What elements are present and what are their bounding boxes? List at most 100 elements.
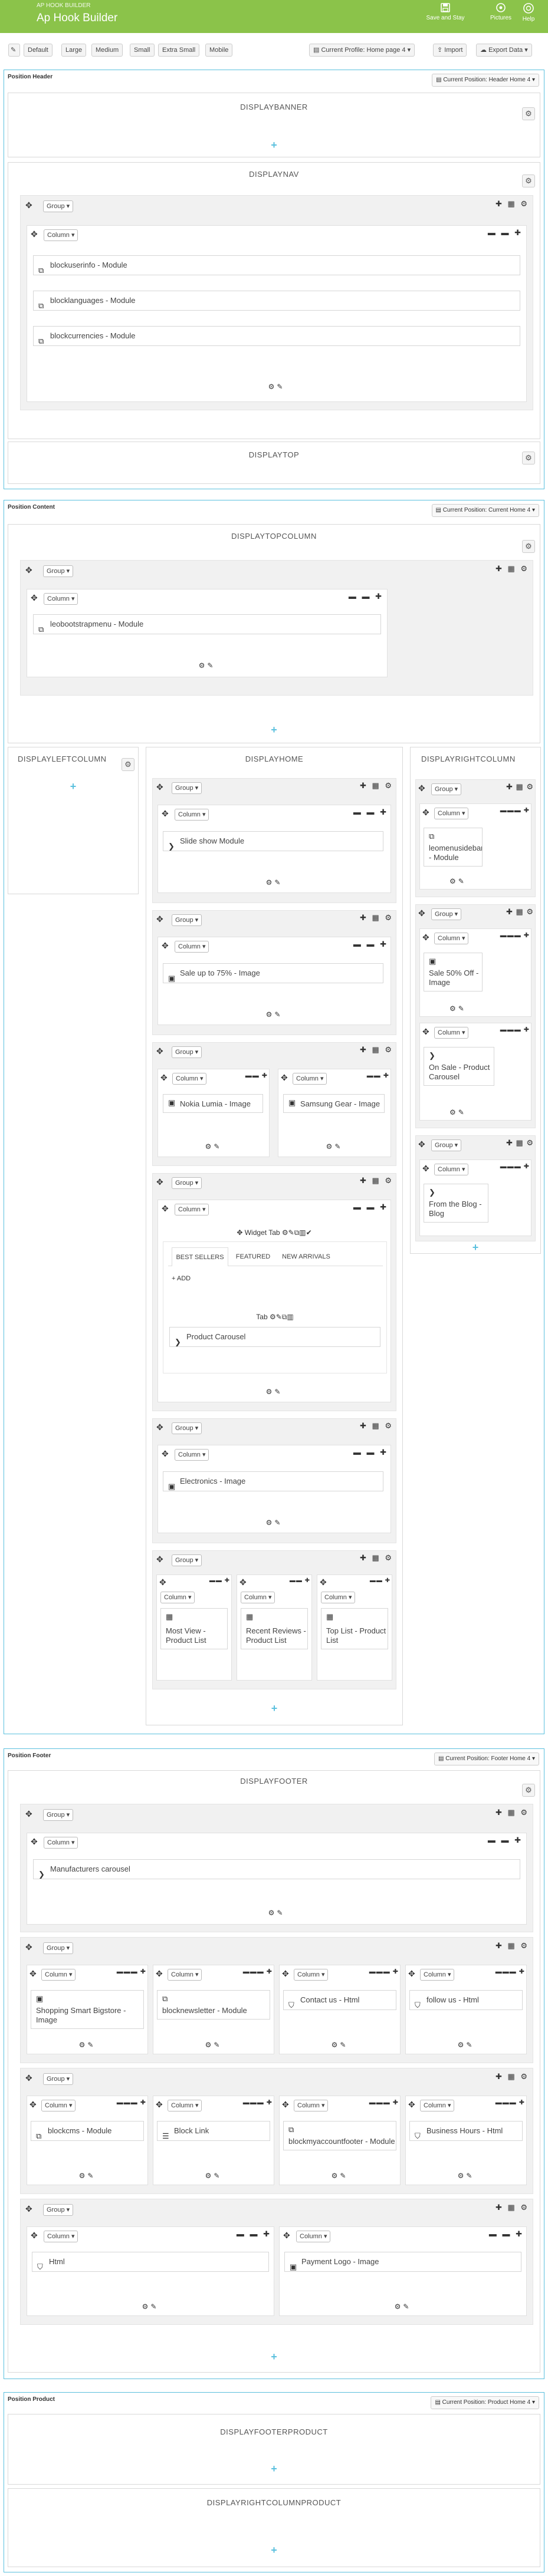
column-dropdown[interactable]: Column ▾	[160, 1592, 195, 1603]
column-tools[interactable]: ▬▬▬ ✚	[369, 1968, 399, 1975]
add-group-plus-icon[interactable]: +	[268, 1702, 280, 1715]
column-tools[interactable]: ▬ ▬ ✚	[488, 228, 523, 238]
column-footer-tools[interactable]: ⚙✎	[158, 1010, 391, 1019]
drag-handle-icon[interactable]: ✥	[156, 1969, 163, 1979]
column-dropdown[interactable]: Column ▾	[321, 1592, 356, 1603]
group-dropdown[interactable]: Group ▾	[172, 1046, 202, 1058]
drag-handle-icon[interactable]: ✥	[408, 2100, 415, 2110]
column-tools[interactable]: ▬▬▬ ✚	[496, 2099, 525, 2106]
column-footer-tools[interactable]: ⚙✎	[27, 383, 526, 391]
group-tools[interactable]: ✚ ▦ ⚙	[496, 2072, 529, 2081]
group-tools[interactable]: ✚ ▦ ⚙	[360, 1176, 393, 1185]
size-extra-small-button[interactable]: Extra Small	[158, 44, 200, 57]
column-footer-tools[interactable]: ⚙✎	[158, 1388, 391, 1396]
column-dropdown[interactable]: Column ▾	[294, 2100, 329, 2111]
tab-featured[interactable]: FEATURED	[229, 1247, 277, 1266]
column-dropdown[interactable]: Column ▾	[41, 2100, 76, 2111]
size-default-button[interactable]: Default	[24, 44, 52, 57]
group-tools[interactable]: ✚ ▦ ⚙	[360, 1045, 393, 1055]
column-footer-tools[interactable]: ⚙✎	[280, 2302, 526, 2311]
group-dropdown[interactable]: Group ▾	[431, 908, 462, 920]
drag-handle-icon[interactable]: ✥	[156, 1046, 163, 1056]
column-tools[interactable]: ▬▬ ✚	[370, 1577, 391, 1584]
module-on-sale[interactable]: ❯ On Sale - Product Carousel	[424, 1047, 494, 1086]
drag-handle-icon[interactable]: ✥	[422, 933, 429, 943]
drag-handle-icon[interactable]: ✥	[162, 1449, 169, 1459]
column-footer-tools[interactable]: ⚙✎	[406, 2172, 526, 2180]
add-tab-button[interactable]: + ADD	[172, 1275, 191, 1282]
add-group-plus-icon[interactable]: +	[268, 2463, 280, 2475]
drag-handle-icon[interactable]: ✥	[162, 809, 169, 819]
tab-tools[interactable]: ⚙✎⧉▥	[270, 1313, 294, 1321]
column-footer-tools[interactable]: ⚙✎	[280, 2172, 400, 2180]
drag-handle-icon[interactable]: ✥	[156, 1177, 163, 1187]
drag-handle-icon[interactable]: ✥	[418, 1139, 425, 1149]
column-tools[interactable]: ▬▬ ✚	[290, 1577, 310, 1584]
column-tools[interactable]: ▬▬▬ ✚	[369, 2099, 399, 2106]
module-samsung-image[interactable]: ▣ Samsung Gear - Image	[283, 1094, 385, 1113]
module-nokia-image[interactable]: ▣ Nokia Lumia - Image	[163, 1094, 263, 1113]
add-group-plus-icon[interactable]: +	[470, 1241, 481, 1254]
group-dropdown[interactable]: Group ▾	[172, 1177, 202, 1189]
column-dropdown[interactable]: Column ▾	[434, 1164, 469, 1175]
module-product-carousel[interactable]: ❯ Product Carousel	[169, 1327, 380, 1347]
export-data-dropdown[interactable]: ☁ Export Data ▾	[476, 44, 532, 57]
drag-handle-icon[interactable]: ✥	[25, 565, 32, 575]
drag-handle-icon[interactable]: ✥	[25, 2204, 32, 2214]
drag-handle-icon[interactable]: ✥	[25, 2073, 32, 2083]
column-dropdown[interactable]: Column ▾	[44, 1837, 78, 1849]
drag-handle-icon[interactable]: ✥	[408, 1969, 415, 1979]
tab-new-arrivals[interactable]: NEW ARRIVALS	[278, 1247, 334, 1266]
drag-handle-icon[interactable]: ✥	[25, 200, 32, 210]
column-footer-tools[interactable]: ⚙✎	[280, 2041, 400, 2049]
module-sale-image[interactable]: ▣ Sale up to 75% - Image	[163, 963, 383, 983]
column-dropdown[interactable]: Column ▾	[175, 1204, 209, 1215]
module-leobootstrapmenu[interactable]: ⧉ leobootstrapmenu - Module	[33, 614, 381, 634]
drag-handle-icon[interactable]: ✥	[31, 229, 38, 239]
column-dropdown[interactable]: Column ▾	[44, 2231, 78, 2242]
gear-icon[interactable]: ⚙	[522, 540, 535, 553]
module-blockcurrencies[interactable]: ⧉ blockcurrencies - Module	[33, 326, 520, 346]
column-dropdown[interactable]: Column ▾	[294, 1969, 329, 1981]
module-blockuserinfo[interactable]: ⧉ blockuserinfo - Module	[33, 255, 520, 275]
drag-handle-icon[interactable]: ✥	[282, 1969, 289, 1979]
module-electronics-image[interactable]: ▣ Electronics - Image	[163, 1471, 383, 1491]
module-blocklanguages[interactable]: ⧉ blocklanguages - Module	[33, 291, 520, 311]
drag-handle-icon[interactable]: ✥	[31, 1837, 38, 1847]
group-dropdown[interactable]: Group ▾	[172, 782, 202, 794]
group-tools[interactable]: ✚ ▦ ⚙	[360, 1421, 393, 1431]
column-dropdown[interactable]: Column ▾	[434, 933, 469, 944]
column-dropdown[interactable]: Column ▾	[175, 1449, 209, 1461]
module-blockcms[interactable]: ⧉ blockcms - Module	[31, 2121, 144, 2141]
current-profile-dropdown[interactable]: ▤ Current Profile: Home page 4 ▾	[309, 44, 415, 57]
group-tools[interactable]: ✚ ▦ ⚙	[496, 564, 529, 574]
group-tools[interactable]: ✚ ▦ ⚙	[506, 782, 534, 792]
column-tools[interactable]: ▬▬▬ ✚	[243, 2099, 273, 2106]
column-tools[interactable]: ▬▬ ✚	[367, 1072, 389, 1079]
drag-handle-icon[interactable]: ✥	[162, 941, 169, 951]
column-footer-tools[interactable]: ⚙✎	[27, 2172, 147, 2180]
drag-handle-icon[interactable]: ✥	[31, 593, 38, 603]
column-dropdown[interactable]: Column ▾	[44, 229, 78, 241]
drag-handle-icon[interactable]: ✥	[29, 2100, 37, 2110]
module-follow-us-html[interactable]: ⛉ follow us - Html	[409, 1990, 523, 2010]
module-blockmyaccountfooter[interactable]: ⧉ blockmyaccountfooter - Module	[283, 2121, 396, 2150]
column-footer-tools[interactable]: ⚙✎	[420, 877, 531, 885]
group-dropdown[interactable]: Group ▾	[43, 200, 74, 212]
drag-handle-icon[interactable]: ✥	[418, 783, 425, 793]
group-dropdown[interactable]: Group ▾	[431, 783, 462, 795]
group-dropdown[interactable]: Group ▾	[172, 1422, 202, 1434]
drag-handle-icon[interactable]: ✥	[422, 1027, 429, 1037]
column-footer-tools[interactable]: ⚙✎	[27, 1909, 526, 1917]
module-leomenusidebar[interactable]: ⧉ leomenusidebar - Module	[424, 828, 483, 867]
column-dropdown[interactable]: Column ▾	[420, 2100, 455, 2111]
column-tools[interactable]: ▬ ▬ ✚	[349, 592, 383, 601]
column-dropdown[interactable]: Column ▾	[168, 1969, 202, 1981]
column-tools[interactable]: ▬▬ ✚	[209, 1577, 230, 1584]
drag-handle-icon[interactable]: ✥	[281, 1073, 288, 1083]
drag-handle-icon[interactable]: ✥	[418, 908, 425, 918]
add-group-plus-icon[interactable]: +	[268, 724, 280, 736]
size-small-button[interactable]: Small	[130, 44, 155, 57]
group-dropdown[interactable]: Group ▾	[43, 2073, 74, 2085]
group-tools[interactable]: ✚ ▦ ⚙	[506, 1138, 534, 1148]
